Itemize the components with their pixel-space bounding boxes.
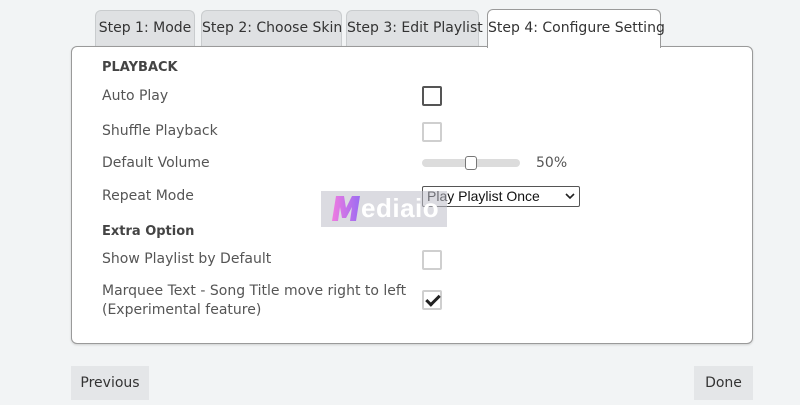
marquee-label-line2: (Experimental feature) — [102, 302, 262, 318]
show-playlist-checkbox[interactable] — [422, 250, 442, 270]
logo-m-icon — [332, 196, 360, 221]
shuffle-playback-label: Shuffle Playback — [102, 123, 218, 139]
auto-play-label: Auto Play — [102, 88, 169, 104]
volume-slider-thumb[interactable] — [465, 156, 477, 170]
settings-wizard: Step 1: Mode Step 2: Choose Skin Step 3:… — [0, 0, 800, 405]
extra-option-heading: Extra Option — [102, 224, 195, 239]
auto-play-checkbox[interactable] — [422, 86, 442, 106]
marquee-label-line1: Marquee Text - Song Title move right to … — [102, 283, 407, 299]
watermark-text: ediaio — [361, 193, 440, 223]
volume-value: 50% — [536, 155, 568, 171]
show-playlist-label: Show Playlist by Default — [102, 251, 272, 267]
volume-slider[interactable] — [422, 156, 520, 170]
previous-button[interactable]: Previous — [71, 366, 149, 400]
watermark-logo: ediaio — [321, 191, 447, 227]
tab-mode[interactable]: Step 1: Mode — [95, 10, 195, 47]
done-button[interactable]: Done — [694, 366, 753, 400]
tab-edit-playlist[interactable]: Step 3: Edit Playlist — [346, 10, 483, 47]
marquee-checkbox[interactable] — [422, 290, 442, 310]
tab-choose-skin[interactable]: Step 2: Choose Skin — [201, 10, 342, 47]
default-volume-label: Default Volume — [102, 155, 210, 171]
chevron-down-icon — [565, 193, 575, 200]
repeat-mode-label: Repeat Mode — [102, 188, 194, 204]
shuffle-playback-checkbox[interactable] — [422, 122, 442, 142]
playback-heading: PLAYBACK — [102, 60, 178, 75]
tab-configure-setting[interactable]: Step 4: Configure Setting — [487, 9, 665, 48]
